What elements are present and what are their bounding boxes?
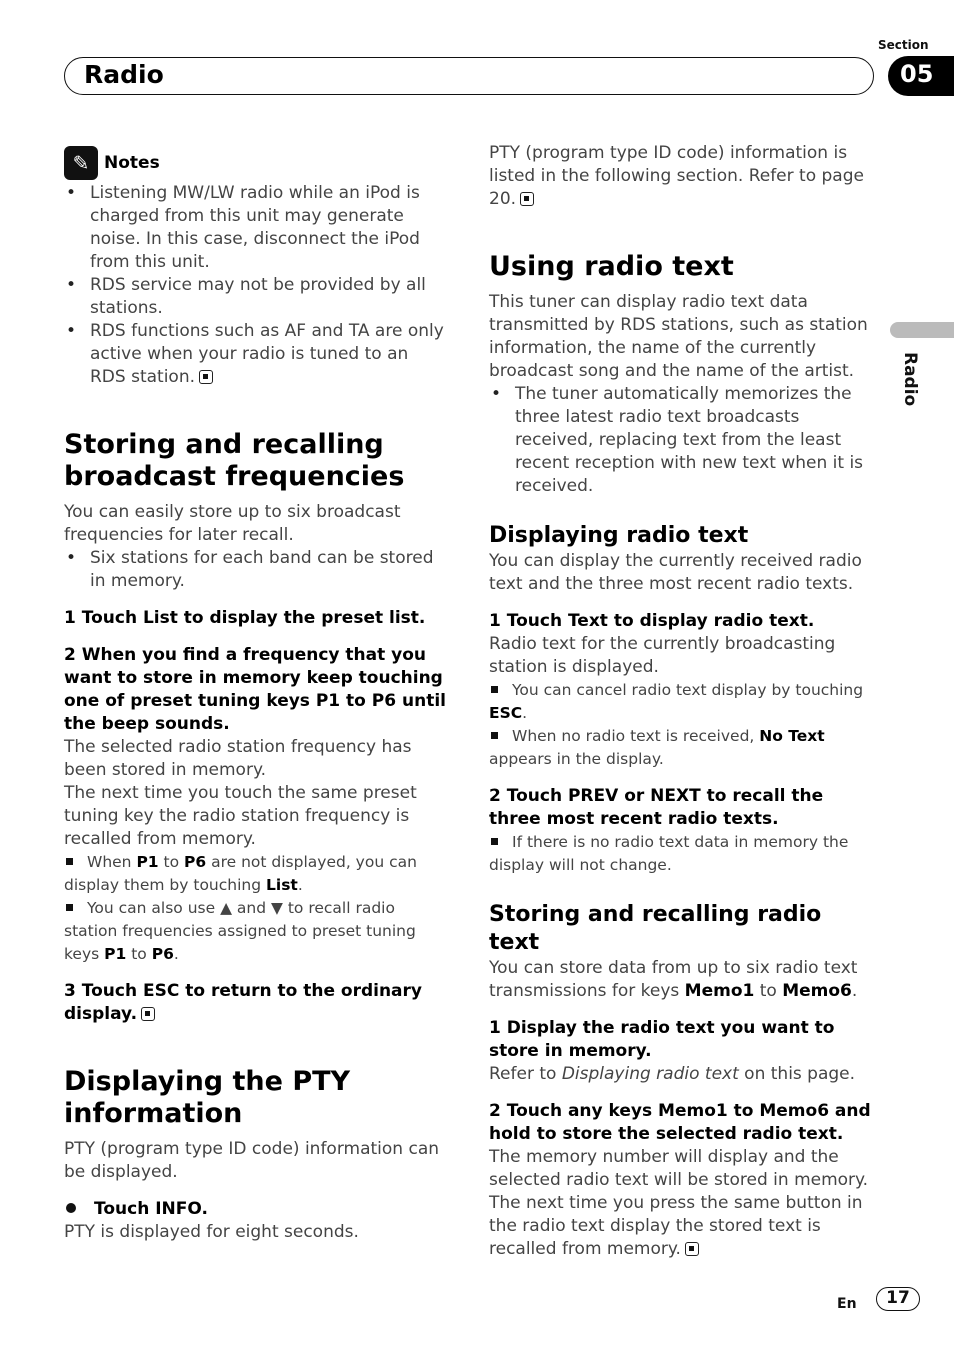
heading-displaying-radio-text: Displaying radio text — [489, 523, 749, 548]
step-2: 2 When you find a frequency that you wan… — [64, 645, 446, 734]
step-2-text-1: The selected radio station frequency has… — [64, 737, 412, 780]
display-step-1-text: Radio text for the currently broadcastin… — [489, 634, 836, 677]
language-label: En — [837, 1296, 857, 1312]
square-bullet-icon — [66, 858, 73, 865]
pty-step: Touch INFO. — [64, 1198, 449, 1221]
note-item: Listening MW/LW radio while an iPod is c… — [64, 182, 449, 274]
step-3: 3 Touch ESC to return to the ordinary di… — [64, 981, 422, 1024]
heading-storing-frequencies: Storing and recalling broadcast frequenc… — [64, 429, 405, 492]
note-text: RDS functions such as AF and TA are only… — [90, 321, 444, 387]
storing-text-intro: You can store data from up to six radio … — [489, 958, 858, 1001]
heading-using-radio-text: Using radio text — [489, 251, 734, 282]
display-step-1: 1 Touch Text to display radio text. — [489, 611, 815, 631]
pty-step-text: PTY is displayed for eight seconds. — [64, 1222, 359, 1242]
end-mark-icon — [141, 1007, 156, 1021]
page-title: Radio — [84, 60, 164, 89]
end-mark-icon — [684, 1242, 699, 1256]
radio-text-intro: This tuner can display radio text data t… — [489, 292, 868, 381]
square-bullet-icon — [491, 686, 498, 693]
store-step-2-text-1: The memory number will display and the s… — [489, 1147, 869, 1190]
page-number: 17 — [876, 1287, 920, 1311]
square-bullet-icon — [491, 732, 498, 739]
end-mark-icon — [520, 192, 535, 206]
square-bullet-icon — [66, 904, 73, 911]
note-item: RDS service may not be provided by all s… — [64, 274, 449, 320]
displaying-intro: You can display the currently received r… — [489, 551, 862, 594]
notes-header: ✎ Notes — [64, 146, 449, 180]
side-tab-marker — [890, 322, 954, 338]
side-tab-label: Radio — [900, 352, 920, 407]
end-mark-icon — [199, 370, 214, 384]
left-column: ✎ Notes Listening MW/LW radio while an i… — [64, 146, 449, 1244]
heading-storing-radio-text: Storing and recalling radio text — [489, 902, 822, 955]
note-arrows: You can also use ▲ and ▼ to recall radio… — [64, 899, 416, 963]
square-bullet-icon — [491, 838, 498, 845]
pty-intro: PTY (program type ID code) information c… — [64, 1139, 440, 1182]
storing-intro: You can easily store up to six broadcast… — [64, 502, 401, 545]
radio-text-bullet: The tuner automatically memorizes the th… — [489, 383, 874, 498]
store-step-1-text: Refer to Displaying radio text on this p… — [489, 1064, 856, 1084]
store-step-1: 1 Display the radio text you want to sto… — [489, 1018, 835, 1061]
right-column: PTY (program type ID code) information i… — [489, 142, 874, 1261]
notes-title: Notes — [104, 153, 160, 173]
note-item: RDS functions such as AF and TA are only… — [64, 320, 449, 389]
dot-bullet-icon — [66, 1203, 76, 1213]
display-step-2: 2 Touch PREV or NEXT to recall the three… — [489, 786, 824, 829]
step-2-text-2: The next time you touch the same preset … — [64, 783, 417, 849]
note-p1-p6: When P1 to P6 are not displayed, you can… — [64, 853, 417, 894]
storing-bullet: Six stations for each band can be stored… — [64, 547, 449, 593]
store-step-2-text-2: The next time you press the same button … — [489, 1193, 863, 1259]
section-label: Section — [878, 38, 929, 52]
note-no-text: When no radio text is received, No Text … — [489, 727, 825, 768]
note-cancel: You can cancel radio text display by tou… — [489, 681, 864, 722]
store-step-2: 2 Touch any keys Memo1 to Memo6 and hold… — [489, 1101, 871, 1144]
pty-continued: PTY (program type ID code) information i… — [489, 143, 864, 209]
section-number-badge: 05 — [888, 56, 954, 96]
heading-pty: Displaying the PTY information — [64, 1066, 351, 1129]
step-1: 1 Touch List to display the preset list. — [64, 608, 426, 628]
pencil-note-icon: ✎ — [64, 146, 98, 180]
note-no-data: If there is no radio text data in memory… — [489, 833, 849, 874]
header-bar — [64, 57, 874, 95]
